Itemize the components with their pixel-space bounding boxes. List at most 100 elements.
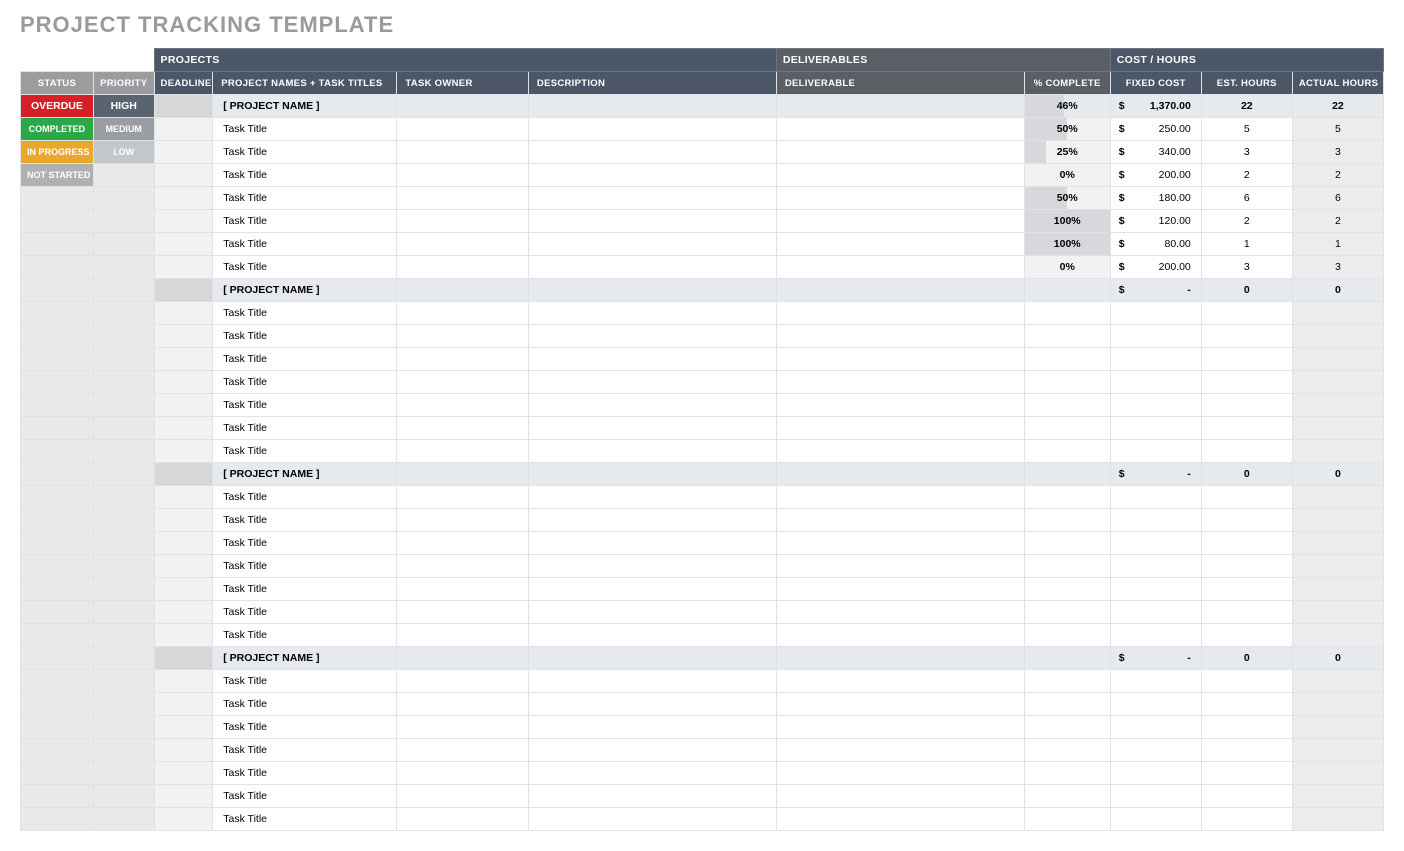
cell-task-owner[interactable] <box>397 762 529 785</box>
task-row[interactable]: Task Title <box>21 693 1384 716</box>
cell-deadline[interactable] <box>154 417 213 440</box>
cell-actual-hours[interactable] <box>1292 440 1383 463</box>
cell-task-owner[interactable] <box>397 624 529 647</box>
fixed-cost-cell[interactable]: $200.00 <box>1110 256 1201 279</box>
cell-deadline[interactable] <box>154 256 213 279</box>
task-row[interactable]: COMPLETEDMEDIUMTask Title50%$250.0055 <box>21 118 1384 141</box>
task-title[interactable]: Task Title <box>213 509 397 532</box>
cell-description[interactable] <box>528 601 776 624</box>
cell-deadline[interactable] <box>154 716 213 739</box>
task-title[interactable]: Task Title <box>213 371 397 394</box>
cell-description[interactable] <box>528 785 776 808</box>
pct-complete-cell[interactable] <box>1024 302 1110 325</box>
cell-deadline[interactable] <box>154 762 213 785</box>
priority-cell[interactable] <box>93 716 154 739</box>
status-cell[interactable] <box>21 739 94 762</box>
cell-deadline[interactable] <box>154 509 213 532</box>
cell-deadline[interactable] <box>154 95 213 118</box>
priority-cell[interactable] <box>93 210 154 233</box>
legend-priority-medium[interactable]: MEDIUM <box>93 118 154 141</box>
project-header-row[interactable]: [ PROJECT NAME ]$-00 <box>21 279 1384 302</box>
cell-description[interactable] <box>528 302 776 325</box>
cell-actual-hours[interactable]: 22 <box>1292 95 1383 118</box>
priority-cell[interactable] <box>93 348 154 371</box>
cell-deadline[interactable] <box>154 739 213 762</box>
cell-deadline[interactable] <box>154 348 213 371</box>
task-title[interactable]: Task Title <box>213 233 397 256</box>
cell-task-owner[interactable] <box>397 164 529 187</box>
fixed-cost-cell[interactable] <box>1110 555 1201 578</box>
project-header-row[interactable]: [ PROJECT NAME ]$-00 <box>21 647 1384 670</box>
cell-est-hours[interactable]: 22 <box>1201 95 1292 118</box>
project-header-row[interactable]: OVERDUEHIGH[ PROJECT NAME ]46%$1,370.002… <box>21 95 1384 118</box>
cell-task-owner[interactable] <box>397 785 529 808</box>
cell-deadline[interactable] <box>154 118 213 141</box>
cell-est-hours[interactable] <box>1201 601 1292 624</box>
fixed-cost-cell[interactable] <box>1110 417 1201 440</box>
status-cell[interactable] <box>21 624 94 647</box>
cell-task-owner[interactable] <box>397 532 529 555</box>
task-row[interactable]: Task Title <box>21 670 1384 693</box>
priority-cell[interactable] <box>93 670 154 693</box>
task-row[interactable]: Task Title <box>21 440 1384 463</box>
status-cell[interactable] <box>21 808 94 831</box>
cell-est-hours[interactable] <box>1201 670 1292 693</box>
priority-cell[interactable] <box>93 601 154 624</box>
task-row[interactable]: Task Title <box>21 601 1384 624</box>
cell-description[interactable] <box>528 371 776 394</box>
cell-description[interactable] <box>528 555 776 578</box>
pct-complete-cell[interactable] <box>1024 509 1110 532</box>
task-title[interactable]: Task Title <box>213 624 397 647</box>
pct-complete-cell[interactable] <box>1024 624 1110 647</box>
cell-est-hours[interactable] <box>1201 371 1292 394</box>
col-fixed-cost[interactable]: FIXED COST <box>1110 72 1201 95</box>
cell-description[interactable] <box>528 670 776 693</box>
cell-description[interactable] <box>528 486 776 509</box>
cell-deliverable[interactable] <box>776 693 1024 716</box>
pct-complete-cell[interactable] <box>1024 463 1110 486</box>
legend-status-completed[interactable]: COMPLETED <box>21 118 94 141</box>
pct-complete-cell[interactable] <box>1024 647 1110 670</box>
cell-deadline[interactable] <box>154 141 213 164</box>
cell-task-owner[interactable] <box>397 348 529 371</box>
task-title[interactable]: Task Title <box>213 486 397 509</box>
cell-deadline[interactable] <box>154 187 213 210</box>
cell-actual-hours[interactable] <box>1292 785 1383 808</box>
cell-description[interactable] <box>528 325 776 348</box>
status-cell[interactable] <box>21 670 94 693</box>
cell-task-owner[interactable] <box>397 739 529 762</box>
col-deadline[interactable]: DEADLINE <box>154 72 213 95</box>
cell-task-owner[interactable] <box>397 463 529 486</box>
task-title[interactable]: Task Title <box>213 440 397 463</box>
cell-est-hours[interactable] <box>1201 578 1292 601</box>
cell-task-owner[interactable] <box>397 486 529 509</box>
cell-est-hours[interactable] <box>1201 762 1292 785</box>
task-row[interactable]: Task Title100%$80.0011 <box>21 233 1384 256</box>
cell-deadline[interactable] <box>154 647 213 670</box>
status-cell[interactable] <box>21 256 94 279</box>
pct-complete-cell[interactable] <box>1024 785 1110 808</box>
cell-description[interactable] <box>528 739 776 762</box>
priority-cell[interactable] <box>93 785 154 808</box>
cell-deadline[interactable] <box>154 440 213 463</box>
pct-complete-cell[interactable] <box>1024 601 1110 624</box>
cell-est-hours[interactable]: 3 <box>1201 256 1292 279</box>
cell-deliverable[interactable] <box>776 647 1024 670</box>
cell-deliverable[interactable] <box>776 325 1024 348</box>
fixed-cost-cell[interactable] <box>1110 601 1201 624</box>
cell-est-hours[interactable] <box>1201 785 1292 808</box>
cell-actual-hours[interactable] <box>1292 509 1383 532</box>
pct-complete-cell[interactable] <box>1024 417 1110 440</box>
task-row[interactable]: Task Title <box>21 739 1384 762</box>
cell-deliverable[interactable] <box>776 164 1024 187</box>
cell-description[interactable] <box>528 624 776 647</box>
status-cell[interactable] <box>21 233 94 256</box>
cell-deliverable[interactable] <box>776 578 1024 601</box>
cell-deliverable[interactable] <box>776 532 1024 555</box>
cell-actual-hours[interactable]: 6 <box>1292 187 1383 210</box>
status-cell[interactable] <box>21 486 94 509</box>
task-title[interactable]: Task Title <box>213 716 397 739</box>
legend-status-in-progress[interactable]: IN PROGRESS <box>21 141 94 164</box>
cell-est-hours[interactable] <box>1201 555 1292 578</box>
task-title[interactable]: Task Title <box>213 256 397 279</box>
